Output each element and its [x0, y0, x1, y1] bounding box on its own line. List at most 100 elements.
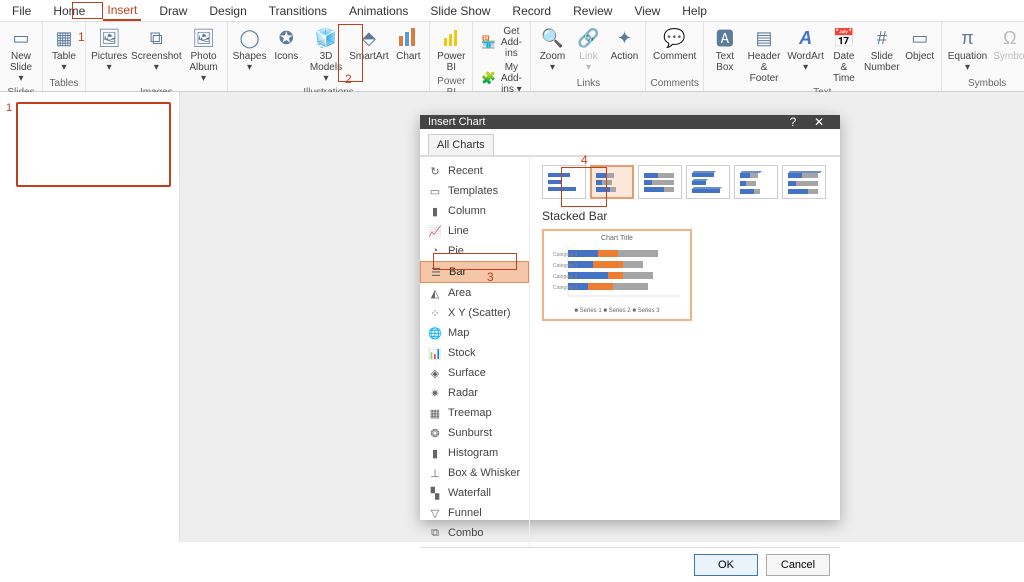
cat-combo[interactable]: ⧉Combo [420, 523, 529, 543]
menu-record[interactable]: Record [508, 2, 555, 20]
smartart-button[interactable]: ⬘SmartArt [349, 24, 390, 64]
subtype-100stacked-bar[interactable] [638, 165, 682, 199]
cat-surface[interactable]: ◈Surface [420, 363, 529, 383]
cat-pie[interactable]: ◔Pie [420, 241, 529, 261]
subtype-3d-100stacked-bar[interactable] [782, 165, 826, 199]
new-slide-button[interactable]: ▭New Slide ▾ [4, 24, 38, 86]
ribbon-group-tables: ▦Table ▾ Tables [43, 22, 86, 91]
3d-models-button[interactable]: 🧊3D Models ▾ [305, 24, 346, 86]
cat-scatter[interactable]: ⁘X Y (Scatter) [420, 303, 529, 323]
screenshot-button[interactable]: ⧉Screenshot ▾ [130, 24, 182, 75]
equation-button[interactable]: πEquation ▾ [946, 24, 989, 75]
svg-text:Category 3: Category 3 [553, 263, 578, 269]
photo-album-icon: 🖼 [191, 26, 217, 50]
comment-button[interactable]: 💬Comment [651, 24, 698, 64]
action-button[interactable]: ✦Action [607, 24, 641, 64]
menu-view[interactable]: View [630, 2, 664, 20]
object-icon: ▭ [907, 26, 933, 50]
icons-button[interactable]: ✪Icons [269, 24, 303, 64]
cat-templates[interactable]: ▭Templates [420, 181, 529, 201]
menu-home[interactable]: Home [49, 2, 89, 20]
my-addins-button[interactable]: 🧩My Add-ins ▾ [477, 60, 526, 96]
cat-sunburst[interactable]: ❂Sunburst [420, 423, 529, 443]
table-icon: ▦ [51, 26, 77, 50]
menu-insert[interactable]: Insert [103, 1, 141, 21]
cat-funnel[interactable]: ▽Funnel [420, 503, 529, 523]
cat-boxwhisker[interactable]: ⊥Box & Whisker [420, 463, 529, 483]
cat-stock[interactable]: 📊Stock [420, 343, 529, 363]
dialog-tabs: All Charts [420, 129, 840, 156]
group-label-symbols: Symbols [946, 77, 1024, 89]
object-button[interactable]: ▭Object [903, 24, 937, 64]
textbox-button[interactable]: 🅰Text Box [708, 24, 742, 75]
zoom-button[interactable]: 🔍Zoom ▾ [535, 24, 569, 75]
ribbon-group-slides: ▭New Slide ▾ Slides [0, 22, 43, 91]
area-icon: ◭ [428, 286, 442, 300]
chart-category-list: ↻Recent ▭Templates ▮Column 📈Line ◔Pie ☰B… [420, 157, 530, 547]
table-button[interactable]: ▦Table ▾ [47, 24, 81, 75]
chart-preview-pane: Stacked Bar Chart Title Category 4 Categ… [530, 157, 840, 547]
bar-icon: ☰ [429, 265, 443, 279]
pictures-button[interactable]: 🖼Pictures ▾ [90, 24, 128, 75]
menu-animations[interactable]: Animations [345, 2, 412, 20]
subtype-stacked-bar[interactable] [590, 165, 634, 199]
menu-review[interactable]: Review [569, 2, 616, 20]
combo-icon: ⧉ [428, 526, 442, 540]
comment-icon: 💬 [662, 26, 688, 50]
dialog-close-button[interactable]: ✕ [806, 115, 832, 129]
number-icon: # [869, 26, 895, 50]
cat-map[interactable]: 🌐Map [420, 323, 529, 343]
line-icon: 📈 [428, 224, 442, 238]
subtype-3d-clustered-bar[interactable] [686, 165, 730, 199]
get-addins-button[interactable]: 🏪Get Add-ins [477, 24, 526, 60]
radar-icon: ✷ [428, 386, 442, 400]
menu-file[interactable]: File [8, 2, 35, 20]
slide-thumbnail-1[interactable] [16, 102, 171, 187]
photo-album-button[interactable]: 🖼Photo Album ▾ [184, 24, 222, 86]
dialog-titlebar: Insert Chart ? ✕ [420, 115, 840, 129]
menu-slideshow[interactable]: Slide Show [426, 2, 494, 20]
cat-bar[interactable]: ☰Bar [420, 261, 529, 283]
cat-histogram[interactable]: ▮Histogram [420, 443, 529, 463]
svg-text:Category 1: Category 1 [553, 285, 578, 291]
datetime-button[interactable]: 📅Date & Time [827, 24, 861, 86]
store-icon: 🏪 [481, 34, 496, 50]
cat-waterfall[interactable]: ▚Waterfall [420, 483, 529, 503]
link-button[interactable]: 🔗Link ▾ [571, 24, 605, 75]
ribbon-group-images: 🖼Pictures ▾ ⧉Screenshot ▾ 🖼Photo Album ▾… [86, 22, 228, 91]
cat-recent[interactable]: ↻Recent [420, 161, 529, 181]
powerbi-button[interactable]: Power BI [434, 24, 468, 75]
ribbon-group-symbols: πEquation ▾ ΩSymbol Symbols [942, 22, 1024, 91]
link-icon: 🔗 [575, 26, 601, 50]
header-icon: ▤ [751, 26, 777, 50]
menu-help[interactable]: Help [678, 2, 711, 20]
slide-number-button[interactable]: #Slide Number [863, 24, 901, 75]
tab-all-charts[interactable]: All Charts [428, 134, 494, 155]
box-icon: ⊥ [428, 466, 442, 480]
map-icon: 🌐 [428, 326, 442, 340]
menu-draw[interactable]: Draw [155, 2, 191, 20]
wordart-button[interactable]: AWordArt ▾ [786, 24, 825, 75]
header-footer-button[interactable]: ▤Header & Footer [744, 24, 784, 86]
cat-treemap[interactable]: ▦Treemap [420, 403, 529, 423]
addins-icon: 🧩 [481, 70, 496, 86]
cat-area[interactable]: ◭Area [420, 283, 529, 303]
shapes-button[interactable]: ◯Shapes ▾ [232, 24, 268, 75]
recent-icon: ↻ [428, 164, 442, 178]
ok-button[interactable]: OK [694, 554, 758, 576]
menu-design[interactable]: Design [205, 2, 250, 20]
symbol-button[interactable]: ΩSymbol [991, 24, 1024, 64]
chart-button[interactable]: Chart [391, 24, 425, 64]
cat-column[interactable]: ▮Column [420, 201, 529, 221]
cancel-button[interactable]: Cancel [766, 554, 830, 576]
powerbi-icon [438, 26, 464, 50]
subtype-3d-stacked-bar[interactable] [734, 165, 778, 199]
textbox-icon: 🅰 [712, 26, 738, 50]
dialog-help-button[interactable]: ? [780, 115, 806, 129]
subtype-clustered-bar[interactable] [542, 165, 586, 199]
symbol-icon: Ω [997, 26, 1023, 50]
chart-preview-thumbnail[interactable]: Chart Title Category 4 Category 3 Catego… [542, 229, 692, 321]
menu-transitions[interactable]: Transitions [265, 2, 331, 20]
cat-line[interactable]: 📈Line [420, 221, 529, 241]
cat-radar[interactable]: ✷Radar [420, 383, 529, 403]
